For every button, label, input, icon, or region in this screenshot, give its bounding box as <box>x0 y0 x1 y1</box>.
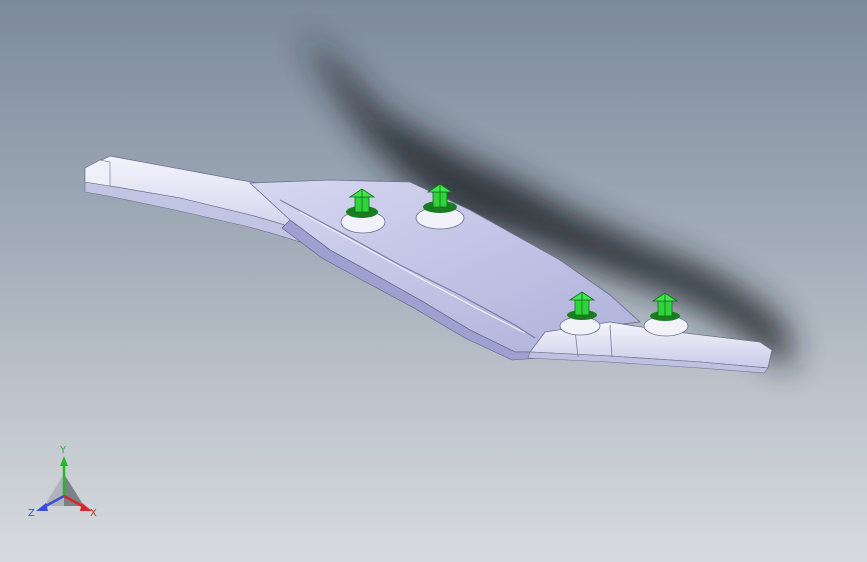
z-axis-label: Z <box>28 508 35 519</box>
left-arm-tip <box>84 159 111 187</box>
y-axis-label: Y <box>59 445 67 456</box>
y-axis-arrow <box>60 456 68 466</box>
z-axis-arrow <box>36 503 48 511</box>
model-viewport[interactable] <box>0 0 867 562</box>
reference-triad[interactable]: Y X Z <box>20 442 110 532</box>
x-axis-label: X <box>90 508 97 519</box>
